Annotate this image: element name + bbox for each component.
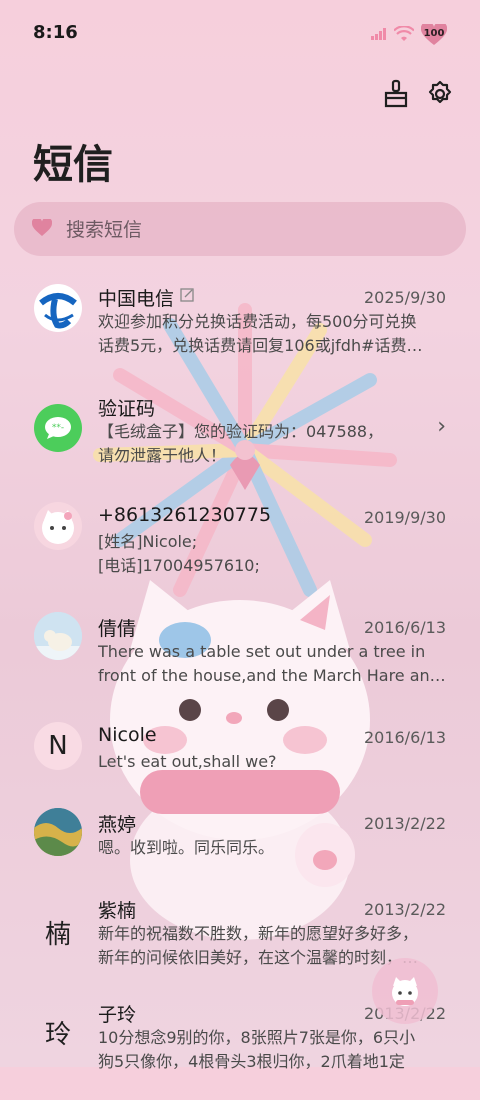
message-preview: Let's eat out,shall we? (98, 750, 450, 774)
wifi-icon (394, 26, 414, 41)
preview-line-1: 10分想念9别的你，8张照片7张是你，6只小 (98, 1028, 416, 1047)
letter-avatar: N (34, 722, 82, 770)
preview-line-1: 嗯。收到啦。同乐同乐。 (98, 838, 275, 857)
contact-name: 倩倩 (98, 618, 137, 640)
preview-line-1: Let's eat out,shall we? (98, 752, 277, 771)
preview-line-1: 新年的祝福数不胜数，新年的愿望好多好多， (98, 924, 419, 943)
letter-avatar: 楠 (44, 919, 71, 950)
message-date: 2013/2/22 (363, 814, 446, 833)
settings-button[interactable] (424, 78, 456, 110)
battery-level: 100 (423, 28, 445, 39)
message-preview: There was a table set out under a tree i… (98, 640, 450, 688)
message-row-qianqian[interactable]: 倩倩 2016/6/13 There was a table set out u… (0, 600, 480, 710)
contact-name-text: 中国电信 (98, 288, 175, 310)
landscape-avatar (34, 808, 82, 856)
contact-name: Nicole (98, 724, 157, 746)
message-date: 2025/9/30 (363, 288, 446, 307)
message-date: 2019/9/30 (363, 508, 446, 527)
status-bar: 8:16 100 (0, 0, 480, 64)
preview-line-2: 请勿泄露于他人！ (98, 446, 227, 465)
heart-search-icon (32, 219, 52, 236)
edit-icon (180, 288, 194, 302)
clean-button[interactable] (380, 78, 412, 110)
message-preview: 嗯。收到啦。同乐同乐。 (98, 836, 450, 860)
search-bar[interactable] (14, 202, 466, 258)
broom-icon (384, 79, 408, 108)
battery-icon: 100 (421, 24, 449, 45)
search-input[interactable] (64, 202, 448, 258)
message-row-china-telecom[interactable]: 中国电信 2025/9/30 欢迎参加积分兑换话费活动，每500分可兑换 话费5… (0, 270, 480, 380)
contact-name: 中国电信 (98, 284, 194, 311)
contact-name: 燕婷 (98, 814, 137, 836)
gear-icon (428, 80, 452, 104)
chevron-right-icon[interactable]: › (437, 414, 446, 439)
message-row-phone-number[interactable]: +8613261230775 2019/9/30 [姓名]Nicole; [电话… (0, 490, 480, 600)
message-date: 2016/6/13 (363, 618, 446, 637)
preview-line-2: [电话]17004957610; (98, 556, 260, 575)
svg-text:**-: **- (52, 423, 64, 433)
contact-name: +8613261230775 (98, 504, 272, 526)
letter-avatar: 玲 (44, 1019, 71, 1050)
signal-icon (371, 28, 386, 40)
message-date: 2013/2/22 (363, 900, 446, 919)
contact-name: 验证码 (98, 398, 156, 420)
preview-line-2: 狗5只像你，4根骨头3根归你，2爪着地1定 (98, 1052, 405, 1071)
preview-line-2: 话费5元，兑换话费请回复106或jfdh#话费… (98, 336, 423, 355)
compose-button[interactable] (372, 958, 438, 1024)
message-preview: 【毛绒盒子】您的验证码为：047588， 请勿泄露于他人！ (98, 420, 428, 468)
page-title: 短信 (33, 142, 113, 188)
message-preview: [姓名]Nicole; [电话]17004957610; (98, 530, 450, 578)
polar-bear-avatar (34, 612, 82, 660)
cat-avatar (34, 502, 82, 550)
message-preview: 欢迎参加积分兑换话费活动，每500分可兑换 话费5元，兑换话费请回复106或jf… (98, 310, 450, 358)
status-time: 8:16 (33, 22, 78, 43)
message-bubble-avatar-icon: **- (34, 404, 82, 452)
preview-line-1: 【毛绒盒子】您的验证码为：047588， (98, 422, 384, 441)
cat-compose-icon (392, 977, 418, 1006)
message-date: 2016/6/13 (363, 728, 446, 747)
preview-line-2: front of the house,and the March Hare an… (98, 666, 446, 685)
preview-line-1: 欢迎参加积分兑换话费活动，每500分可兑换 (98, 312, 417, 331)
contact-name: 子玲 (98, 1004, 137, 1026)
preview-line-1: [姓名]Nicole; (98, 532, 198, 551)
contact-name: 紫楠 (98, 900, 137, 922)
message-row-verification-code[interactable]: **- 验证码 【毛绒盒子】您的验证码为：047588， 请勿泄露于他人！ › (0, 380, 480, 490)
china-telecom-logo-icon (34, 284, 82, 332)
preview-line-1: There was a table set out under a tree i… (98, 642, 426, 661)
